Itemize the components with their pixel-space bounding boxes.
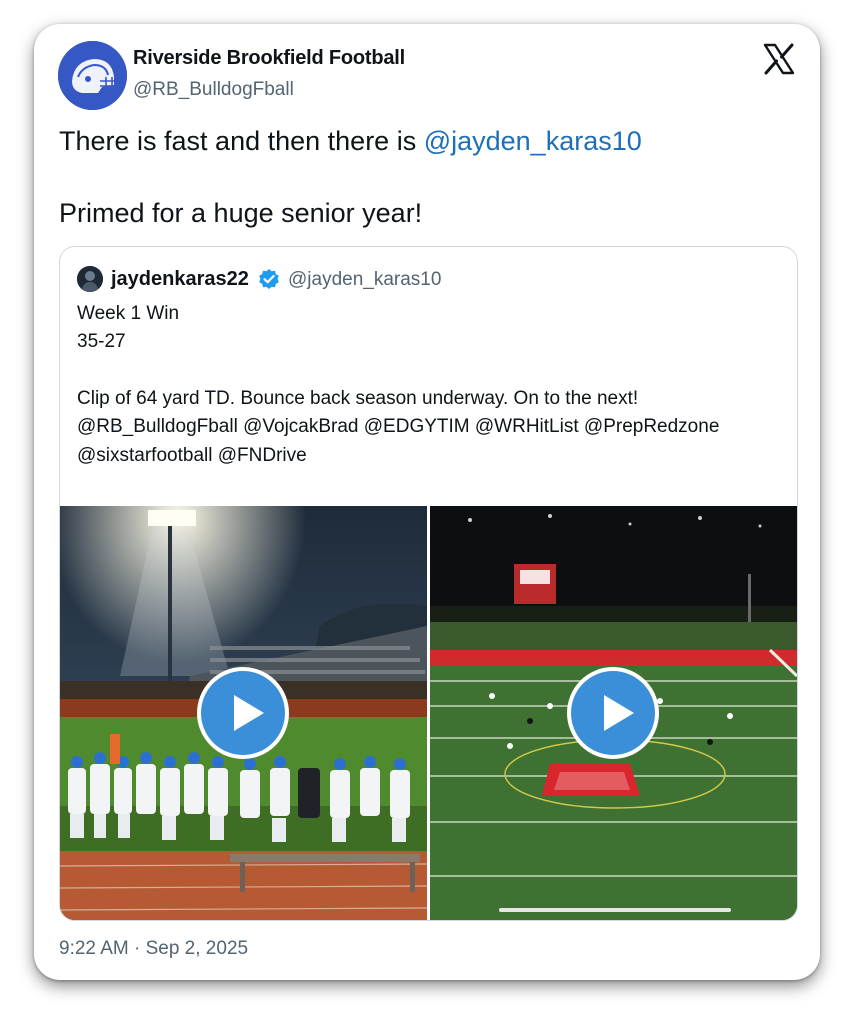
play-icon [234,695,264,731]
person-photo [77,266,103,292]
quoted-mentions-line[interactable]: @sixstarfootball @FNDrive [77,445,307,467]
author-handle[interactable]: @RB_BulldogFball [133,79,294,101]
video-thumbnail-sideline[interactable] [60,506,427,920]
post-card[interactable]: Riverside Brookfield Football @RB_Bulldo… [34,24,820,980]
verified-badge-icon [259,269,279,289]
author-avatar[interactable] [58,41,127,110]
video-thumbnail-aerial[interactable] [430,506,797,920]
quoted-post[interactable]: jaydenkaras22 @jayden_karas10 Week 1 Win… [59,246,798,921]
mention-link[interactable]: @jayden_karas10 [424,126,642,156]
author-name[interactable]: Riverside Brookfield Football [133,47,405,70]
quoted-mentions-line[interactable]: @RB_BulldogFball @VojcakBrad @EDGYTIM @W… [77,416,719,438]
quoted-author-avatar[interactable] [77,266,103,292]
quoted-text-line: 35-27 [77,331,126,352]
quoted-author-handle[interactable]: @jayden_karas10 [288,269,441,291]
post-text-line-2: Primed for a huge senior year! [59,198,423,228]
media-grid [60,506,797,920]
video-scrubber[interactable] [499,908,731,912]
quoted-author-name[interactable]: jaydenkaras22 [111,268,249,291]
quoted-text-line: Clip of 64 yard TD. Bounce back season u… [77,388,639,409]
post-text-line-1: There is fast and then there is @jayden_… [59,126,642,157]
quoted-text-line: Week 1 Win [77,303,180,324]
football-helmet-logo [58,41,127,110]
play-button[interactable] [197,667,289,759]
post-text-lead: There is fast and then there is [59,126,424,156]
x-logo-icon[interactable] [763,43,795,75]
post-timestamp[interactable]: 9:22 AM · Sep 2, 2025 [59,938,248,960]
play-icon [604,695,634,731]
play-button[interactable] [567,667,659,759]
